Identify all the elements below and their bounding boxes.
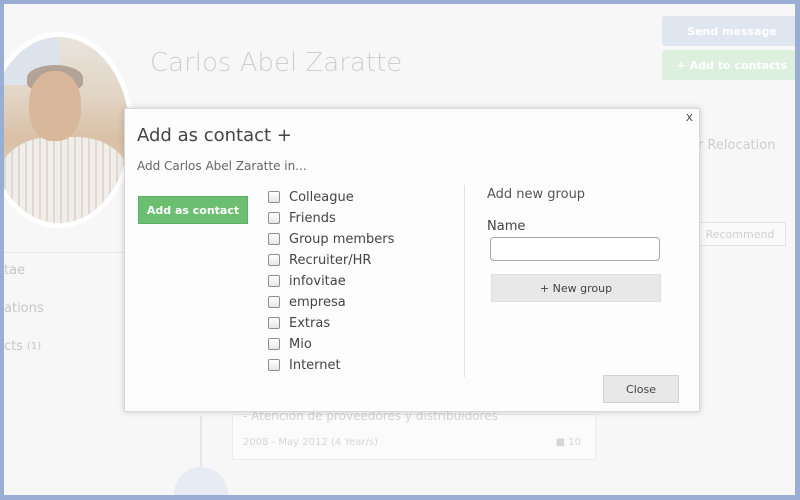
group-item-colleague[interactable]: Colleague — [268, 187, 394, 208]
relocation-text: or Relocation — [690, 138, 776, 153]
comment-icon: ■ — [555, 437, 566, 448]
group-label: Extras — [289, 316, 331, 331]
recommend-button[interactable]: Recommend — [694, 222, 786, 246]
group-item-extras[interactable]: Extras — [268, 313, 394, 334]
group-label: Mio — [289, 337, 312, 352]
menu-item-count: (1) — [27, 340, 42, 352]
send-message-button[interactable]: Send message — [662, 16, 795, 46]
group-checkbox[interactable] — [268, 211, 280, 224]
name-label: Name — [487, 219, 526, 234]
group-label: Recruiter/HR — [289, 253, 372, 268]
profile-name: Carlos Abel Zaratte — [150, 48, 403, 78]
group-checkbox[interactable] — [268, 337, 280, 350]
timeline-dot — [174, 467, 228, 495]
group-checkbox[interactable] — [268, 190, 280, 203]
column-divider — [464, 185, 465, 377]
profile-avatar — [4, 32, 134, 228]
profile-menu-item-recommendations[interactable]: ations — [4, 290, 129, 326]
group-checkbox-list: Colleague Friends Group members Recruite… — [268, 187, 394, 376]
profile-menu-item-vitae[interactable]: tae — [4, 252, 129, 288]
group-item-recruiter-hr[interactable]: Recruiter/HR — [268, 250, 394, 271]
dialog-subtitle: Add Carlos Abel Zaratte in... — [137, 159, 307, 173]
add-as-contact-button[interactable]: Add as contact — [138, 196, 248, 224]
new-group-button[interactable]: + New group — [491, 274, 661, 302]
group-checkbox[interactable] — [268, 274, 280, 287]
group-checkbox[interactable] — [268, 358, 280, 371]
menu-item-label: cts — [4, 338, 24, 354]
group-name-input[interactable] — [490, 237, 660, 261]
group-label: Friends — [289, 211, 336, 226]
group-item-friends[interactable]: Friends — [268, 208, 394, 229]
group-item-mio[interactable]: Mio — [268, 334, 394, 355]
group-item-internet[interactable]: Internet — [268, 355, 394, 376]
close-button[interactable]: Close — [603, 375, 679, 403]
experience-dates: 2008 - May 2012 (4 Year/s) — [243, 437, 378, 448]
experience-card: - Atención de proveedores y distribuidor… — [232, 409, 596, 460]
group-checkbox[interactable] — [268, 232, 280, 245]
group-checkbox[interactable] — [268, 316, 280, 329]
page-frame: Carlos Abel Zaratte Send message + Add t… — [4, 4, 795, 495]
group-label: Internet — [289, 358, 341, 373]
group-item-empresa[interactable]: empresa — [268, 292, 394, 313]
add-contact-dialog: x Add as contact + Add Carlos Abel Zarat… — [124, 108, 700, 412]
group-checkbox[interactable] — [268, 253, 280, 266]
group-item-infovitae[interactable]: infovitae — [268, 271, 394, 292]
profile-menu-item-contacts[interactable]: cts (1) — [4, 328, 129, 364]
dialog-title: Add as contact + — [137, 125, 292, 146]
group-label: infovitae — [289, 274, 346, 289]
add-to-contacts-button[interactable]: + Add to contacts — [662, 50, 795, 80]
group-label: Colleague — [289, 190, 354, 205]
new-group-title: Add new group — [487, 187, 586, 202]
group-label: empresa — [289, 295, 346, 310]
menu-item-label: ations — [4, 300, 44, 316]
comment-count: ■ 10 — [555, 437, 581, 448]
group-label: Group members — [289, 232, 395, 247]
menu-item-label: tae — [4, 263, 26, 278]
group-item-group-members[interactable]: Group members — [268, 229, 394, 250]
group-checkbox[interactable] — [268, 295, 280, 308]
close-icon[interactable]: x — [686, 110, 693, 124]
